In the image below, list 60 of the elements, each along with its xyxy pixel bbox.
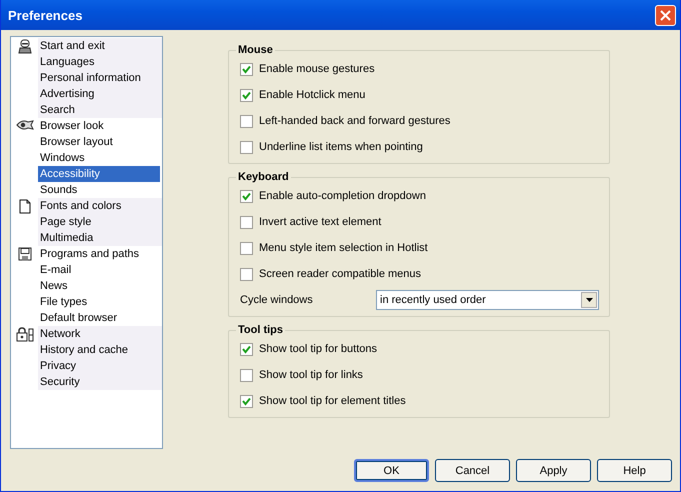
checkbox-label: Show tool tip for element titles	[259, 395, 406, 407]
category-item[interactable]: Fonts and colors	[38, 198, 160, 214]
category-item[interactable]: File types	[38, 294, 160, 310]
category-item[interactable]: Page style	[38, 214, 160, 230]
checkbox[interactable]	[240, 62, 253, 76]
group-title: Tool tips	[237, 324, 284, 336]
category-item[interactable]: Privacy	[38, 358, 160, 374]
category-item[interactable]: Multimedia	[38, 230, 160, 246]
category-item[interactable]: Languages	[38, 54, 160, 70]
close-button[interactable]	[655, 4, 676, 26]
checkbox[interactable]	[240, 88, 253, 102]
checkbox[interactable]	[240, 190, 253, 202]
checkbox-label: Underline list items when pointing	[259, 141, 423, 153]
checkbox-label: Show tool tip for links	[259, 369, 363, 381]
dialog-button[interactable]: Cancel	[435, 459, 510, 482]
checkbox-label: Menu style item selection in Hotlist	[259, 242, 428, 254]
category-item[interactable]: Security	[38, 374, 160, 390]
checkbox-label: Invert active text element	[259, 216, 382, 228]
checkbox[interactable]	[240, 216, 253, 228]
category-item[interactable]: Advertising	[38, 86, 160, 102]
category-item[interactable]: History and cache	[38, 342, 160, 358]
dropdown[interactable]: in recently used order	[376, 290, 599, 310]
dropdown-label: Cycle windows	[240, 294, 313, 306]
checkbox-label: Show tool tip for buttons	[259, 343, 378, 355]
checkbox-label: Enable Hotclick menu	[259, 89, 366, 101]
checkbox[interactable]	[240, 342, 253, 356]
dialog-button[interactable]: Help	[597, 459, 672, 482]
category-item[interactable]: Browser layout	[38, 134, 160, 150]
checkbox-label: Screen reader compatible menus	[259, 268, 422, 280]
category-item[interactable]: News	[38, 278, 160, 294]
checkbox[interactable]	[240, 368, 253, 382]
window-title: Preferences	[8, 8, 82, 22]
checkbox[interactable]	[240, 268, 253, 280]
checkbox[interactable]	[240, 394, 253, 408]
category-item[interactable]: Network	[38, 326, 160, 342]
category-item[interactable]: Accessibility	[38, 166, 160, 182]
category-item[interactable]: Sounds	[38, 182, 160, 198]
category-item[interactable]: Start and exit	[38, 38, 160, 54]
checkbox[interactable]	[240, 140, 253, 154]
category-item[interactable]: Programs and paths	[38, 246, 160, 262]
close-icon	[660, 10, 671, 20]
dialog-button[interactable]: OK	[354, 459, 429, 482]
category-item[interactable]: Search	[38, 102, 160, 118]
checkbox[interactable]	[240, 114, 253, 128]
group-title: Mouse	[237, 44, 274, 56]
category-item[interactable]: Default browser	[38, 310, 160, 326]
document-icon	[18, 199, 30, 214]
category-item[interactable]: Personal information	[38, 70, 160, 86]
category-item[interactable]: E-mail	[38, 262, 160, 278]
checkbox-label: Left-handed back and forward gestures	[259, 115, 450, 127]
padlock-icon	[16, 327, 34, 342]
checkbox-label: Enable mouse gestures	[259, 63, 375, 75]
category-item[interactable]: Windows	[38, 150, 160, 166]
dialog-button[interactable]: Apply	[516, 459, 591, 482]
checkbox[interactable]	[240, 242, 253, 254]
checkbox-label: Enable auto-completion dropdown	[259, 190, 426, 202]
person-icon	[18, 39, 32, 54]
category-item[interactable]: Browser look	[38, 118, 160, 134]
group-title: Keyboard	[237, 171, 290, 183]
caret-icon	[586, 298, 592, 302]
